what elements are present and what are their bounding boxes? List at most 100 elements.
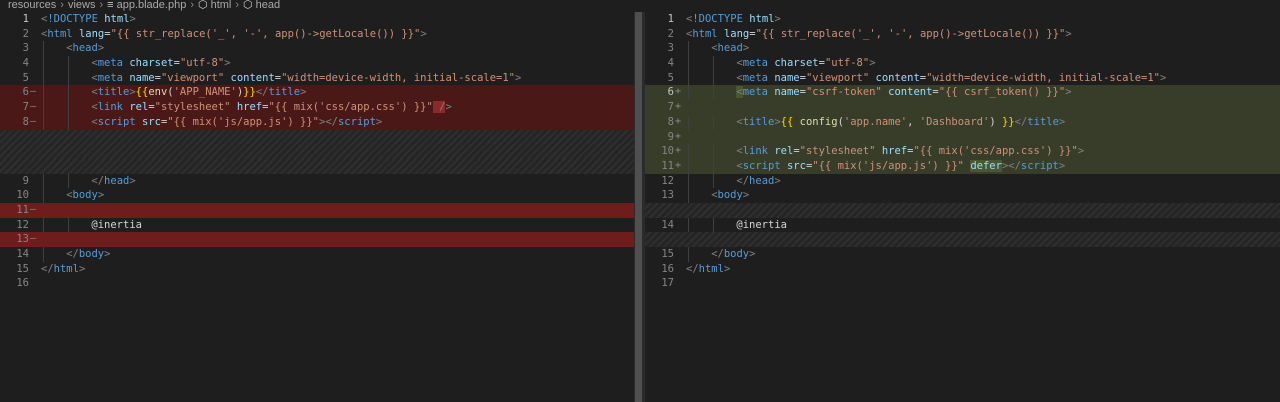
code-line[interactable]: 12 @inertia bbox=[0, 217, 634, 233]
line-number: 10 bbox=[16, 189, 29, 202]
code-line[interactable]: 6 + <meta name="csrf-token" content="{{ cs… bbox=[645, 85, 1280, 101]
code-text[interactable]: <meta name="viewport" content="width=dev… bbox=[686, 71, 1280, 86]
code-line[interactable]: 4 <meta charset="utf-8"> bbox=[645, 56, 1280, 71]
code-text[interactable]: <title>{{ config('app.name', 'Dashboard'… bbox=[686, 115, 1280, 130]
code-line[interactable]: 5 <meta name="viewport" content="width=de… bbox=[645, 70, 1280, 86]
code-line[interactable]: 2 <html lang="{{ str_replace('_', '-', ap… bbox=[645, 27, 1280, 42]
code-text[interactable]: </html> bbox=[686, 262, 1280, 277]
code-text[interactable]: <!DOCTYPE html> bbox=[686, 12, 1280, 27]
code-token: !DOCTYPE bbox=[692, 13, 743, 25]
indent-guide bbox=[713, 114, 715, 130]
code-token: config bbox=[793, 115, 838, 128]
code-line[interactable]: 16 </html> bbox=[645, 262, 1280, 277]
code-text[interactable]: </body> bbox=[41, 247, 634, 262]
code-text[interactable]: <body> bbox=[41, 188, 634, 203]
code-token: > bbox=[300, 86, 307, 99]
line-number: 11 bbox=[16, 203, 29, 216]
code-text[interactable]: <script src="{{ mix('js/app.js') }}" def… bbox=[686, 159, 1280, 174]
code-token: script bbox=[742, 159, 781, 172]
code-line[interactable]: 16 bbox=[0, 276, 634, 291]
code-line[interactable]: 14 </body> bbox=[0, 247, 634, 262]
code-text[interactable]: <link rel="stylesheet" href="{{ mix('css… bbox=[686, 144, 1280, 159]
line-number: 4 bbox=[667, 57, 674, 70]
code-token: > bbox=[97, 42, 105, 55]
code-token: ></ bbox=[1001, 159, 1021, 172]
code-text[interactable]: <meta name="viewport" content="width=dev… bbox=[41, 71, 634, 86]
code-token: / bbox=[432, 101, 446, 114]
breadcrumb-item-head[interactable]: head bbox=[256, 0, 280, 11]
code-text[interactable]: <meta name="csrf-token" content="{{ csrf… bbox=[686, 85, 1280, 100]
diff-splitter[interactable] bbox=[634, 12, 645, 402]
code-line[interactable]: 1 <!DOCTYPE html> bbox=[645, 12, 1280, 27]
code-line[interactable]: 4 <meta charset="utf-8"> bbox=[0, 56, 634, 71]
code-line[interactable]: 11 + <script src="{{ mix('js/app.js') }}" … bbox=[645, 158, 1280, 174]
code-token: meta bbox=[97, 57, 124, 70]
code-text[interactable]: <script src="{{ mix('js/app.js') }}"></s… bbox=[41, 115, 634, 130]
code-text[interactable]: </head> bbox=[41, 174, 634, 189]
code-token: </ bbox=[1014, 115, 1028, 128]
code-line[interactable]: 6— <title>{{env('APP_NAME')}}</title> bbox=[0, 85, 634, 101]
indent-guide bbox=[688, 85, 689, 101]
code-text[interactable]: <title>{{env('APP_NAME')}}</title> bbox=[41, 85, 634, 100]
indent-guide bbox=[43, 100, 44, 115]
code-line[interactable]: 7 + bbox=[645, 100, 1280, 115]
diff-pane-modified[interactable]: 1 <!DOCTYPE html> 2 <html lang="{{ str_repl… bbox=[645, 12, 1280, 402]
code-line[interactable]: 10 + <link rel="stylesheet" href="{{ mix('… bbox=[645, 144, 1280, 159]
code-text[interactable]: <meta charset="utf-8"> bbox=[686, 56, 1280, 71]
code-line[interactable]: 3 <head> bbox=[0, 41, 634, 57]
code-line[interactable]: 11— bbox=[0, 202, 634, 218]
code-text[interactable]: <!DOCTYPE html> bbox=[41, 12, 634, 27]
code-line[interactable]: 15 </html> bbox=[0, 262, 634, 277]
code-line[interactable]: 8 + <title>{{ config('app.name', 'Dashboar… bbox=[645, 114, 1280, 130]
indent-guide bbox=[68, 70, 70, 86]
code-line[interactable]: 15 </body> bbox=[645, 247, 1280, 262]
code-line[interactable]: 9 + bbox=[645, 129, 1280, 145]
code-text[interactable]: @inertia bbox=[41, 218, 634, 233]
code-token: name bbox=[129, 71, 155, 84]
code-line[interactable]: 2 <html lang="{{ str_replace('_', '-', ap… bbox=[0, 27, 634, 42]
code-line[interactable]: 9 </head> bbox=[0, 173, 634, 189]
code-token: html bbox=[53, 262, 79, 275]
code-token: {{ bbox=[135, 86, 149, 99]
code-token: meta bbox=[742, 86, 769, 99]
code-token: > bbox=[1058, 115, 1066, 128]
code-text[interactable]: <meta charset="utf-8"> bbox=[41, 56, 634, 71]
code-text[interactable]: </html> bbox=[41, 262, 634, 277]
line-number: 9 bbox=[667, 130, 674, 143]
code-token: html bbox=[47, 27, 73, 40]
code-line[interactable]: 7— <link rel="stylesheet" href="{{ mix('c… bbox=[0, 100, 634, 115]
code-line[interactable]: 13— bbox=[0, 232, 634, 247]
code-token: "{{ str_replace('_', '-', app()->getLoca… bbox=[755, 27, 1066, 40]
diff-pane-original[interactable]: 1 <!DOCTYPE html> 2 <html lang="{{ str_repl… bbox=[0, 12, 634, 402]
code-line[interactable]: 13 <body> bbox=[645, 188, 1280, 203]
breadcrumb-item-file[interactable]: app.blade.php bbox=[117, 0, 187, 11]
code-text[interactable]: <link rel="stylesheet" href="{{ mix('css… bbox=[41, 100, 634, 115]
code-token: title bbox=[1027, 115, 1059, 128]
code-text[interactable]: <html lang="{{ str_replace('_', '-', app… bbox=[686, 27, 1280, 42]
code-line[interactable]: 12 </head> bbox=[645, 173, 1280, 189]
code-line[interactable]: 17 bbox=[645, 276, 1280, 291]
code-line[interactable]: 8— <script src="{{ mix('js/app.js') }}"><… bbox=[0, 114, 634, 130]
code-token: > bbox=[420, 27, 427, 40]
code-text[interactable]: <html lang="{{ str_replace('_', '-', app… bbox=[41, 27, 634, 42]
code-line[interactable]: 3 <head> bbox=[645, 41, 1280, 57]
code-line[interactable]: 14 @inertia bbox=[645, 217, 1280, 233]
code-line[interactable]: 5 <meta name="viewport" content="width=de… bbox=[0, 70, 634, 86]
indent-guide bbox=[43, 56, 44, 71]
code-token: > bbox=[445, 101, 452, 114]
code-token: > bbox=[224, 57, 231, 70]
code-text[interactable]: </body> bbox=[686, 247, 1280, 262]
code-token: {{ bbox=[780, 115, 794, 128]
line-number: 15 bbox=[16, 262, 29, 275]
code-text[interactable]: <body> bbox=[686, 188, 1280, 203]
breadcrumb-item-html[interactable]: html bbox=[211, 0, 232, 11]
code-text[interactable]: </head> bbox=[686, 174, 1280, 189]
code-line[interactable]: 1 <!DOCTYPE html> bbox=[0, 12, 634, 27]
code-line[interactable]: 10 <body> bbox=[0, 188, 634, 203]
scrollbar-thumb[interactable] bbox=[635, 12, 642, 402]
code-text[interactable]: <head> bbox=[686, 41, 1280, 56]
breadcrumb-item-views[interactable]: views bbox=[68, 0, 96, 11]
code-text[interactable]: @inertia bbox=[686, 218, 1280, 233]
code-text[interactable]: <head> bbox=[41, 41, 634, 56]
breadcrumb-item-resources[interactable]: resources bbox=[8, 0, 56, 11]
